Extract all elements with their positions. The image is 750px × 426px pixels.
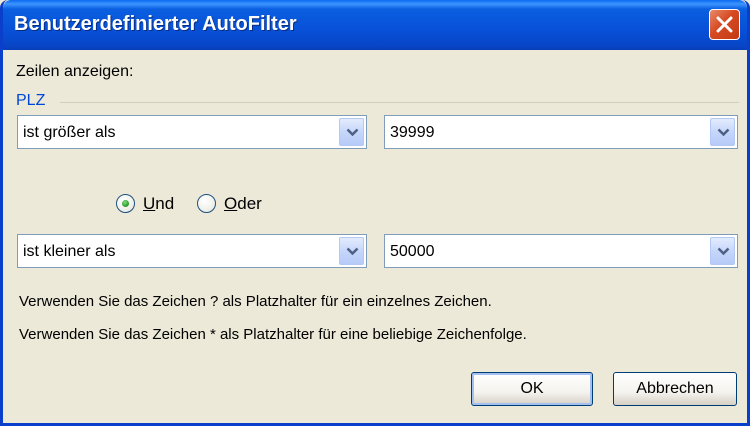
chevron-down-icon: [717, 247, 730, 256]
ok-button[interactable]: OK: [471, 372, 593, 406]
condition1-operator-select[interactable]: ist größer als: [17, 115, 367, 149]
chevron-down-icon: [717, 128, 730, 137]
condition2-value[interactable]: 50000: [390, 243, 435, 261]
condition2-operator-select[interactable]: ist kleiner als: [17, 234, 367, 268]
cancel-button[interactable]: Abbrechen: [613, 372, 737, 406]
window-title: Benutzerdefinierter AutoFilter: [14, 13, 297, 35]
or-radio-label: Oder: [224, 194, 262, 213]
title-bar[interactable]: Benutzerdefinierter AutoFilter: [3, 0, 747, 50]
and-radio[interactable]: Und: [116, 192, 186, 216]
close-icon: [716, 16, 733, 33]
group-divider: [60, 102, 739, 103]
condition2-operator-dropdown-button[interactable]: [339, 237, 364, 265]
condition1-value-dropdown-button[interactable]: [710, 118, 735, 146]
condition1-operator-value: ist größer als: [23, 124, 116, 141]
condition1-value-combo[interactable]: 39999: [384, 115, 738, 149]
autofilter-dialog: Benutzerdefinierter AutoFilter Zeilen an…: [0, 0, 750, 426]
condition1-operator-dropdown-button[interactable]: [339, 118, 364, 146]
show-rows-label: Zeilen anzeigen:: [16, 63, 134, 80]
wildcard-hint-multiple: Verwenden Sie das Zeichen * als Platzhal…: [19, 326, 527, 343]
or-radio-circle[interactable]: [197, 194, 216, 213]
condition2-operator-value: ist kleiner als: [23, 243, 116, 260]
or-radio[interactable]: Oder: [197, 192, 277, 216]
wildcard-hint-single: Verwenden Sie das Zeichen ? als Platzhal…: [19, 293, 492, 310]
radio-selected-dot: [122, 200, 129, 207]
chevron-down-icon: [346, 128, 359, 137]
condition1-value[interactable]: 39999: [390, 124, 435, 142]
chevron-down-icon: [346, 247, 359, 256]
and-radio-label: Und: [143, 194, 175, 213]
close-button[interactable]: [709, 9, 740, 40]
and-radio-circle[interactable]: [116, 194, 135, 213]
condition2-value-combo[interactable]: 50000: [384, 234, 738, 268]
field-name-label: PLZ: [16, 92, 46, 109]
condition2-value-dropdown-button[interactable]: [710, 237, 735, 265]
